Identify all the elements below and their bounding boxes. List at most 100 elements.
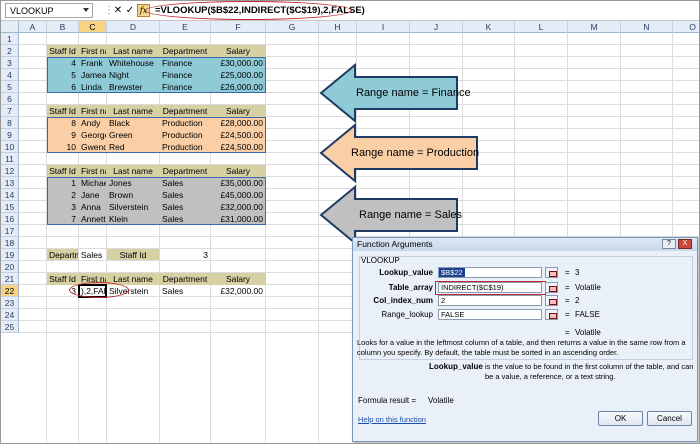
arg-equals: =: [565, 268, 570, 277]
select-all-corner[interactable]: [1, 21, 19, 33]
result-salary[interactable]: £32,000.00: [211, 285, 265, 296]
cancel-button[interactable]: Cancel: [647, 411, 692, 426]
column-label[interactable]: Salary: [211, 45, 265, 56]
dialog-title: Function Arguments: [353, 238, 697, 251]
formula-result-value: Volatile: [428, 396, 454, 405]
row-header-3[interactable]: 3: [1, 57, 19, 69]
row-header-2[interactable]: 2: [1, 45, 19, 57]
overall-equals: =: [565, 328, 570, 337]
arg-label-lookup-value: Lookup_value: [379, 268, 433, 277]
result-department[interactable]: Sales: [160, 285, 210, 296]
arg-input-col-index-num[interactable]: 2: [438, 295, 542, 306]
column-header-n[interactable]: N: [621, 21, 673, 33]
arg-input-table-array[interactable]: INDIRECT($C$19): [438, 282, 542, 293]
arg-result: 3: [575, 268, 580, 277]
arg-input-lookup-value[interactable]: $B$22: [438, 267, 542, 278]
formula-result-label: Formula result =: [358, 396, 417, 405]
callout-sales: Range name = Sales: [359, 209, 463, 221]
enter-icon[interactable]: ✓: [124, 4, 136, 17]
column-label[interactable]: First name: [79, 165, 106, 176]
row-header-22[interactable]: 22: [1, 285, 19, 297]
help-link[interactable]: Help on this function: [358, 415, 426, 424]
column-label[interactable]: Last name: [107, 45, 159, 56]
column-header-d[interactable]: D: [107, 21, 160, 33]
staff-id-label[interactable]: Staff Id: [107, 249, 159, 260]
column-header-j[interactable]: J: [410, 21, 463, 33]
column-header-k[interactable]: K: [463, 21, 515, 33]
column-label[interactable]: Last name: [107, 105, 159, 116]
result-column-label[interactable]: Department: [160, 273, 210, 284]
row-header-24[interactable]: 24: [1, 309, 19, 321]
column-label[interactable]: Staff Id: [47, 105, 78, 116]
chevron-down-icon[interactable]: [83, 8, 89, 12]
column-label[interactable]: Department: [160, 105, 210, 116]
column-header-l[interactable]: L: [515, 21, 568, 33]
column-label[interactable]: Salary: [211, 165, 265, 176]
row-header-1[interactable]: 1: [1, 33, 19, 45]
result-column-label[interactable]: Staff Id: [47, 273, 78, 284]
column-header-c[interactable]: C: [79, 21, 107, 33]
gridline-vertical: [46, 33, 47, 443]
collapse-dialog-icon[interactable]: [545, 295, 558, 306]
column-header-i[interactable]: I: [357, 21, 410, 33]
column-header-b[interactable]: B: [47, 21, 79, 33]
column-header-a[interactable]: A: [19, 21, 47, 33]
function-arguments-dialog: Function Arguments ? X VLOOKUP = Volatil…: [352, 237, 698, 442]
collapse-dialog-icon[interactable]: [545, 282, 558, 293]
column-label[interactable]: Last name: [107, 165, 159, 176]
column-label[interactable]: Department: [160, 165, 210, 176]
column-label[interactable]: Salary: [211, 105, 265, 116]
row-header-15[interactable]: 15: [1, 201, 19, 213]
row-header-13[interactable]: 13: [1, 177, 19, 189]
row-header-20[interactable]: 20: [1, 261, 19, 273]
row-header-17[interactable]: 17: [1, 225, 19, 237]
name-box-value: VLOOKUP: [10, 6, 54, 16]
row-header-11[interactable]: 11: [1, 153, 19, 165]
arg-label-range-lookup: Range_lookup: [381, 310, 433, 319]
row-header-7[interactable]: 7: [1, 105, 19, 117]
row-header-18[interactable]: 18: [1, 237, 19, 249]
formula-bar: VLOOKUP ⋮ ✕ ✓ fx =VLOOKUP($B$22,INDIRECT…: [1, 1, 699, 21]
department-label[interactable]: Department: [47, 249, 78, 260]
row-header-8[interactable]: 8: [1, 117, 19, 129]
row-header-21[interactable]: 21: [1, 273, 19, 285]
name-box[interactable]: VLOOKUP: [5, 3, 93, 18]
arg-input-range-lookup[interactable]: FALSE: [438, 309, 542, 320]
help-icon[interactable]: ?: [662, 239, 676, 249]
row-header-6[interactable]: 6: [1, 93, 19, 105]
result-column-label[interactable]: Salary: [211, 273, 265, 284]
column-header-g[interactable]: G: [266, 21, 319, 33]
close-icon[interactable]: X: [678, 239, 692, 249]
column-header-o[interactable]: O: [673, 21, 699, 33]
function-description: Looks for a value in the leftmost column…: [357, 338, 686, 357]
row-header-19[interactable]: 19: [1, 249, 19, 261]
arg-result: 2: [575, 296, 580, 305]
row-header-16[interactable]: 16: [1, 213, 19, 225]
staff-id-value-cell[interactable]: 3: [160, 249, 210, 260]
column-header-e[interactable]: E: [160, 21, 211, 33]
column-label[interactable]: First name: [79, 45, 106, 56]
row-header-5[interactable]: 5: [1, 81, 19, 93]
row-header-12[interactable]: 12: [1, 165, 19, 177]
column-label[interactable]: Staff Id: [47, 45, 78, 56]
column-label[interactable]: First name: [79, 105, 106, 116]
column-label[interactable]: Department: [160, 45, 210, 56]
collapse-dialog-icon[interactable]: [545, 267, 558, 278]
column-header-m[interactable]: M: [568, 21, 621, 33]
cancel-icon[interactable]: ✕: [112, 4, 124, 17]
callout-finance: Range name = Finance: [356, 87, 471, 99]
department-value-cell[interactable]: Sales: [79, 249, 106, 260]
arg-equals: =: [565, 283, 570, 292]
gridline-vertical: [78, 33, 79, 443]
column-label[interactable]: Staff Id: [47, 165, 78, 176]
row-header-10[interactable]: 10: [1, 141, 19, 153]
row-header-23[interactable]: 23: [1, 297, 19, 309]
row-header-25[interactable]: 25: [1, 321, 19, 333]
ok-button[interactable]: OK: [598, 411, 643, 426]
row-header-14[interactable]: 14: [1, 189, 19, 201]
column-header-f[interactable]: F: [211, 21, 266, 33]
collapse-dialog-icon[interactable]: [545, 309, 558, 320]
column-header-h[interactable]: H: [319, 21, 357, 33]
row-header-9[interactable]: 9: [1, 129, 19, 141]
row-header-4[interactable]: 4: [1, 69, 19, 81]
